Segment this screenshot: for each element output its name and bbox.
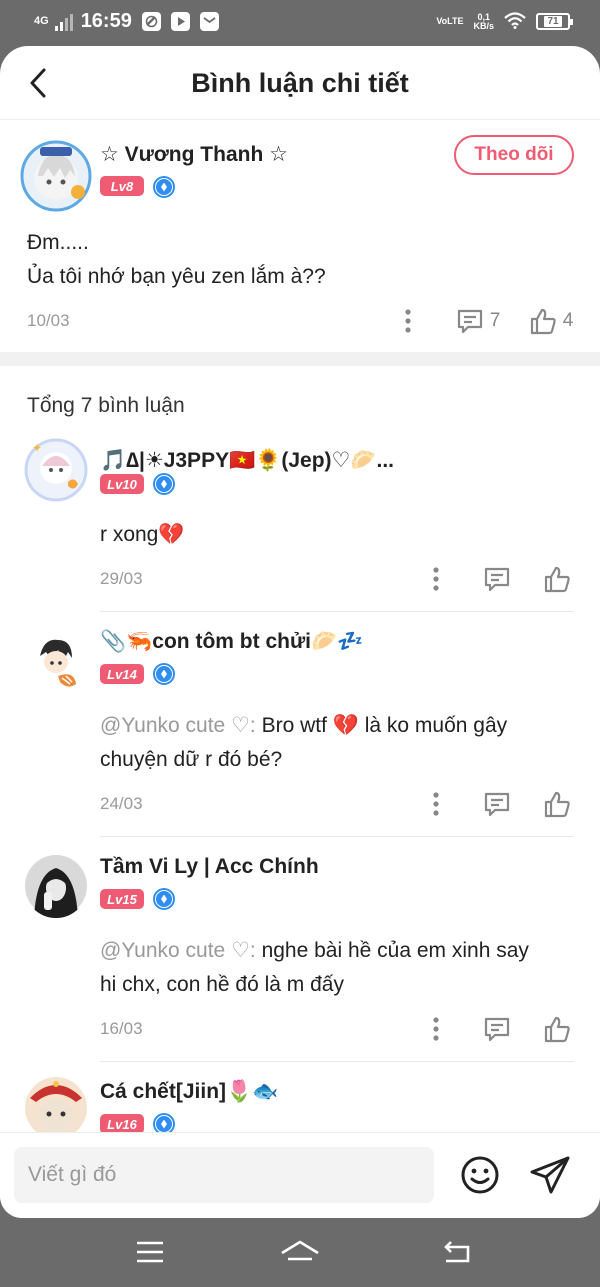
follow-button[interactable]: Theo dõi [454, 135, 574, 175]
level-badge: Lv15 [100, 889, 144, 909]
reply-date: 29/03 [100, 569, 143, 588]
mail-icon [199, 12, 219, 31]
send-button[interactable] [528, 1155, 572, 1195]
more-vertical-icon [433, 792, 439, 816]
page-title: Bình luận chi tiết [191, 68, 409, 98]
avatar[interactable] [20, 140, 92, 212]
return-icon [444, 1241, 470, 1263]
battery-level: 71 [544, 16, 562, 27]
thumbs-up-icon [530, 308, 556, 335]
replies-count-heading: Tổng 7 bình luận [27, 394, 185, 417]
reply-text: @Yunko cute ♡: nghe bài hề của em xinh s… [100, 934, 570, 1002]
reply-date: 24/03 [100, 794, 143, 813]
like-button[interactable] [540, 787, 574, 821]
reply-text-line2: chuyện dữ r đó bé? [100, 748, 283, 771]
like-button[interactable]: 4 [526, 304, 576, 338]
like-count: 4 [562, 310, 574, 331]
divider [100, 611, 574, 612]
more-vertical-icon [405, 309, 411, 333]
send-icon [530, 1156, 570, 1194]
more-vertical-icon [433, 1017, 439, 1041]
comment-composer [0, 1132, 600, 1218]
divider [100, 1061, 574, 1062]
volte-indicator: VoLTE [436, 16, 464, 26]
more-vertical-icon [433, 567, 439, 591]
net-speed-unit: KB/s [473, 20, 494, 31]
thumbs-up-icon [544, 1016, 570, 1043]
header: Bình luận chi tiết [0, 46, 600, 120]
reply-author-name[interactable]: Tầm Vi Ly | Acc Chính [100, 855, 319, 879]
clock: 16:59 [80, 10, 132, 32]
comment-icon [484, 1017, 510, 1042]
thumbs-up-icon [544, 566, 570, 593]
more-options-button[interactable] [424, 787, 448, 821]
section-separator [0, 352, 600, 366]
reply-text-line1: r xong💔 [100, 523, 185, 546]
comment-input[interactable] [14, 1147, 434, 1203]
smiley-icon [461, 1156, 499, 1194]
reply-avatar[interactable]: ✦ [24, 438, 88, 502]
reply-button[interactable] [480, 562, 514, 596]
home-icon [281, 1240, 319, 1261]
reply-avatar[interactable] [24, 630, 88, 694]
like-button[interactable] [540, 562, 574, 596]
home-button[interactable] [280, 1232, 320, 1272]
level-badge: Lv14 [100, 664, 144, 684]
recent-apps-button[interactable] [130, 1232, 170, 1272]
level-badge: Lv10 [100, 474, 144, 494]
more-options-button[interactable] [396, 304, 420, 338]
thumbs-up-icon [544, 791, 570, 818]
reply-date: 16/03 [100, 1019, 143, 1038]
divider [100, 836, 574, 837]
comment-icon [484, 792, 510, 817]
more-options-button[interactable] [424, 562, 448, 596]
reply-author-name[interactable]: 🎵∆|☀J3PPY🇻🇳🌻(Jep)♡🥟... [100, 448, 394, 473]
reply-text-line2: hi chx, con hề đó là m đấy [100, 973, 344, 996]
reply-author-name[interactable]: 📎🦐con tôm bt chửi🥟💤 [100, 630, 363, 654]
like-button[interactable] [540, 1012, 574, 1046]
app-notification-icon [141, 12, 161, 31]
net-speed: 0,1 KB/s [473, 12, 494, 31]
reply-text-line1: Bro wtf 💔 là ko muốn gây [255, 714, 508, 737]
comment-detail-sheet: Bình luận chi tiết ☆ Vương Thanh ☆ Lv8 T… [0, 46, 600, 1218]
system-navigation-bar [0, 1218, 600, 1287]
reply-count: 7 [489, 310, 501, 331]
reply-button[interactable]: 7 [452, 304, 504, 338]
reply-author-name[interactable]: Cá chết[Jiin]🌷🐟 [100, 1080, 278, 1104]
reply-avatar[interactable] [24, 1076, 88, 1140]
wifi-icon [504, 12, 526, 31]
more-options-button[interactable] [424, 1012, 448, 1046]
battery-icon: 71 [536, 13, 573, 30]
status-bar: 4G 16:59 VoLTE 0,1 KB/s 71 [0, 0, 600, 46]
reply-text-line1: nghe bài hề của em xinh say [255, 939, 529, 962]
menu-icon [137, 1241, 163, 1263]
verified-badge-icon [153, 176, 175, 198]
youtube-icon [170, 12, 190, 31]
comment-text-line1: Đm..... [27, 231, 89, 254]
emoji-button[interactable] [460, 1155, 500, 1195]
level-badge: Lv8 [100, 176, 144, 196]
verified-badge-icon [153, 473, 175, 495]
comment-text-line2: Ủa tôi nhớ bạn yêu zen lắm à?? [27, 265, 326, 288]
signal-icon [54, 13, 73, 31]
comment-icon [457, 309, 482, 334]
verified-badge-icon [153, 888, 175, 910]
comment-author-name[interactable]: ☆ Vương Thanh ☆ [100, 142, 288, 167]
reply-button[interactable] [480, 1012, 514, 1046]
reply-text: @Yunko cute ♡: Bro wtf 💔 là ko muốn gây … [100, 709, 570, 777]
network-type: 4G [34, 15, 49, 27]
comment-icon [484, 567, 510, 592]
reply-text: r xong💔 [100, 518, 185, 552]
level-badge: Lv16 [100, 1114, 144, 1134]
svg-text:✦: ✦ [32, 441, 42, 455]
back-nav-button[interactable] [436, 1232, 476, 1272]
comment-date: 10/03 [27, 311, 70, 330]
reply-mention[interactable]: @Yunko cute ♡: [100, 714, 256, 737]
reply-mention[interactable]: @Yunko cute ♡: [100, 939, 256, 962]
verified-badge-icon [153, 663, 175, 685]
reply-avatar[interactable] [24, 854, 88, 918]
reply-button[interactable] [480, 787, 514, 821]
